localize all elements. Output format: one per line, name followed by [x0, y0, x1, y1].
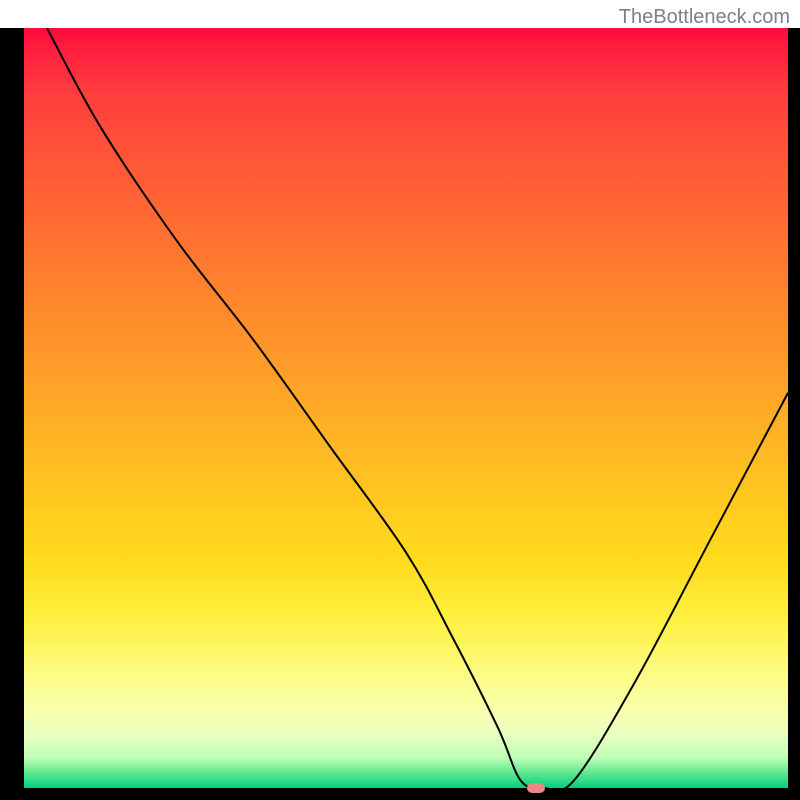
bottleneck-chart: TheBottleneck.com — [0, 0, 800, 800]
attribution-text: TheBottleneck.com — [619, 6, 790, 29]
optimal-point-marker — [527, 783, 545, 793]
plot-area — [0, 28, 800, 800]
bottleneck-curve-line — [47, 28, 788, 788]
curve-svg — [24, 28, 788, 788]
